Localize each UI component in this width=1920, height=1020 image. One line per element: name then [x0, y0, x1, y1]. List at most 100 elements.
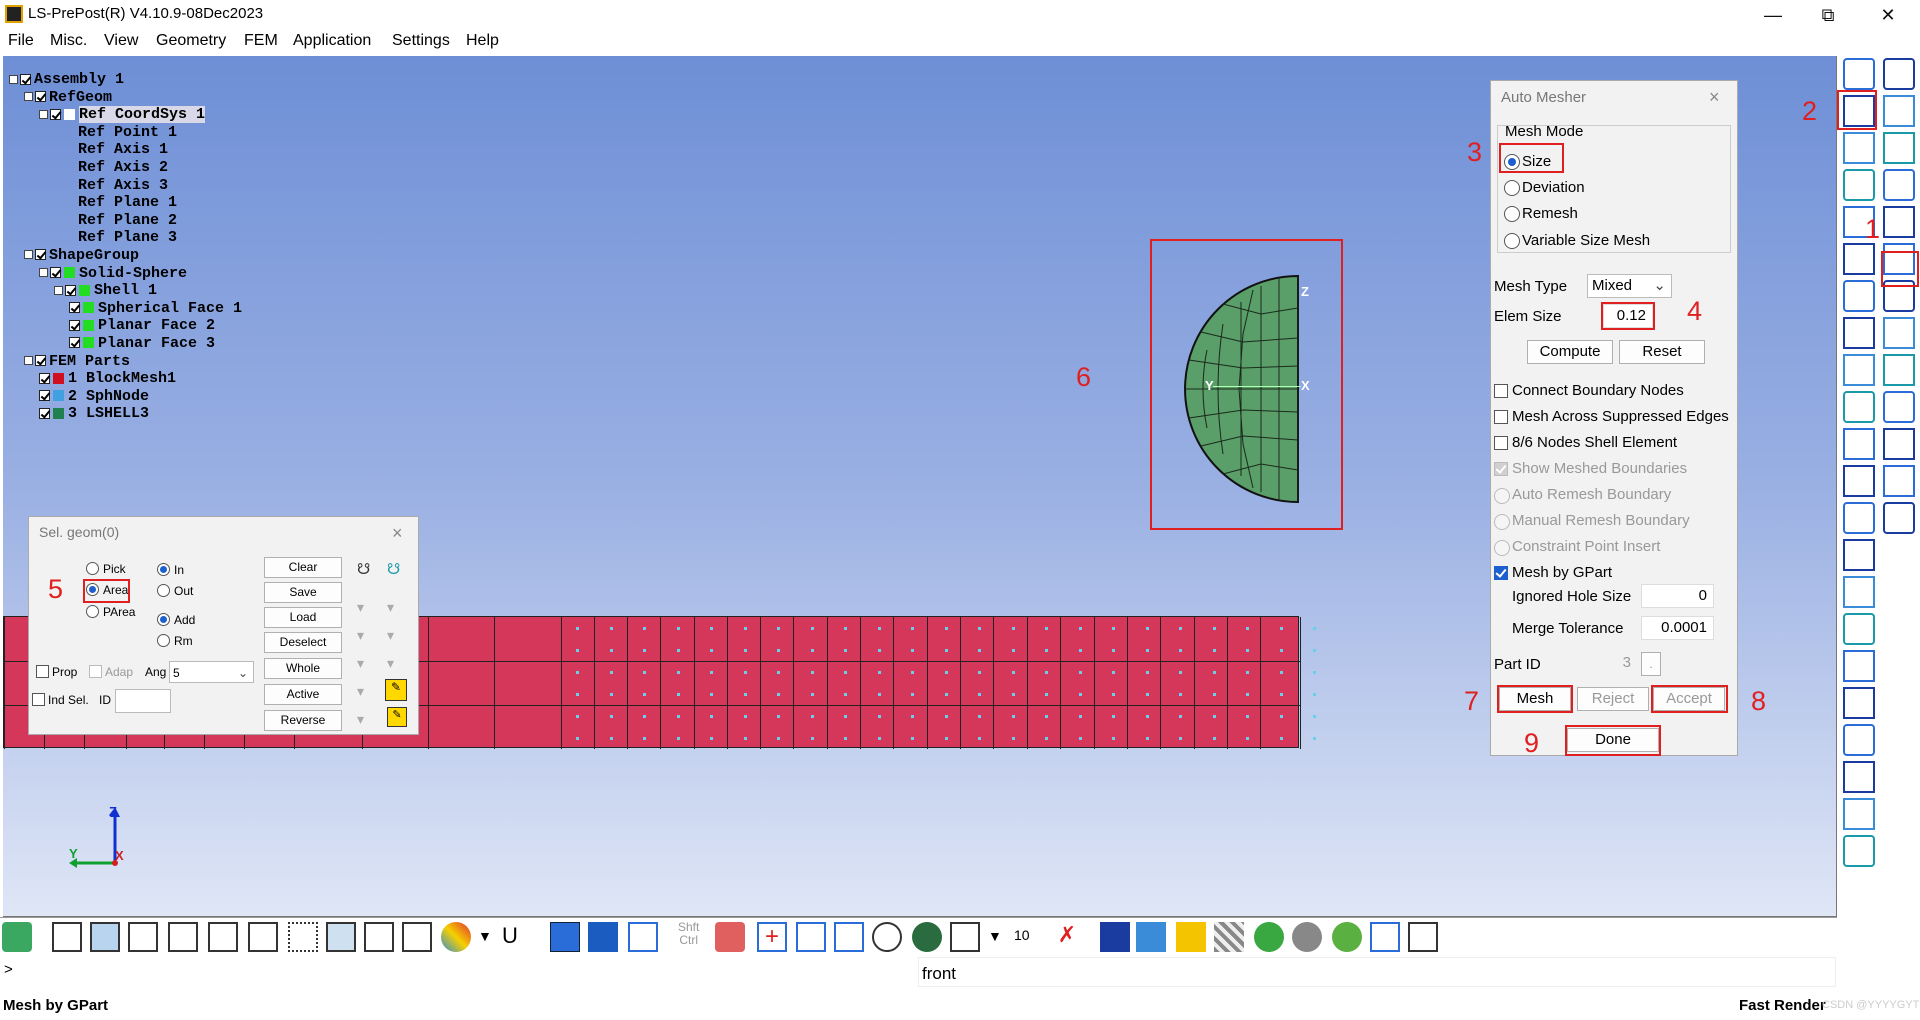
visibility-checkbox[interactable]: [35, 249, 46, 261]
clear-button[interactable]: Clear: [264, 557, 342, 578]
view-wire-icon[interactable]: [52, 922, 82, 952]
tool-icon[interactable]: [1843, 650, 1875, 682]
expand-collapse-icon[interactable]: [39, 109, 48, 119]
menu-fem[interactable]: FEM: [244, 32, 278, 50]
visibility-checkbox[interactable]: [39, 390, 50, 402]
lightning-icon[interactable]: [1176, 922, 1206, 952]
tree-node[interactable]: Shell 1: [9, 282, 242, 300]
parea-radio[interactable]: [86, 605, 99, 618]
tool-icon[interactable]: [1843, 132, 1875, 164]
menu-geometry[interactable]: Geometry: [156, 32, 226, 50]
filter-3-alt-icon[interactable]: ▾: [387, 655, 394, 672]
tool-icon[interactable]: [1843, 687, 1875, 719]
tree-node[interactable]: Spherical Face 1: [9, 300, 242, 318]
select-cursor-alt-icon[interactable]: ☋: [387, 560, 400, 578]
zoom-window-icon[interactable]: [834, 922, 864, 952]
expand-collapse-icon[interactable]: [24, 356, 33, 366]
tool-icon[interactable]: [1843, 613, 1875, 645]
ind-sel-checkbox[interactable]: [32, 693, 45, 706]
step-value[interactable]: 10: [1014, 927, 1030, 943]
pick-radio[interactable]: [86, 562, 99, 575]
visibility-checkbox[interactable]: [50, 108, 61, 120]
filter-5-icon[interactable]: ▾: [357, 711, 364, 728]
tool-icon[interactable]: [1883, 58, 1915, 90]
option-control[interactable]: [1494, 566, 1508, 580]
lasso-yellow-icon[interactable]: ✎: [385, 679, 407, 701]
tree-hierarchy-icon[interactable]: [1408, 922, 1438, 952]
id-input[interactable]: [115, 689, 171, 713]
rm-radio[interactable]: [157, 634, 170, 647]
tool-icon[interactable]: [1883, 391, 1915, 423]
part-id-button[interactable]: .: [1641, 652, 1661, 676]
tree-node[interactable]: Assembly 1: [9, 71, 242, 89]
tree-node[interactable]: Ref Plane 2: [9, 212, 242, 230]
save-button[interactable]: Save: [264, 582, 342, 603]
option-control[interactable]: [1494, 488, 1510, 504]
filter-4-icon[interactable]: ▾: [357, 683, 364, 700]
shift-ctrl-label[interactable]: Shft Ctrl: [678, 921, 699, 947]
view-dropdown-icon[interactable]: ▼: [988, 928, 1002, 944]
chart-icon[interactable]: [1370, 922, 1400, 952]
checker-icon[interactable]: [1214, 922, 1244, 952]
tool-icon[interactable]: [1843, 280, 1875, 312]
tree-node[interactable]: Ref Point 1: [9, 124, 242, 142]
option-control[interactable]: [1494, 384, 1508, 398]
tree-node[interactable]: 2 SphNode: [9, 388, 242, 406]
tree-node[interactable]: Ref Axis 3: [9, 177, 242, 195]
visibility-checkbox[interactable]: [20, 73, 31, 85]
visibility-checkbox[interactable]: [39, 372, 50, 384]
mesh-type-select[interactable]: Mixed ⌄: [1587, 274, 1672, 298]
play-icon[interactable]: [1254, 922, 1284, 952]
visibility-checkbox[interactable]: [69, 302, 80, 314]
u-label[interactable]: U: [502, 923, 518, 949]
view-shade-icon[interactable]: [90, 922, 120, 952]
view-hidden-icon[interactable]: [128, 922, 158, 952]
option-control[interactable]: [1494, 514, 1510, 530]
cube-solid-icon[interactable]: [1100, 922, 1130, 952]
model-tree-icon[interactable]: [2, 922, 32, 952]
tree-node[interactable]: Ref Axis 2: [9, 159, 242, 177]
expand-collapse-icon[interactable]: [24, 250, 33, 260]
view-box-icon[interactable]: [950, 922, 980, 952]
tree-node[interactable]: Ref Axis 1: [9, 141, 242, 159]
ang-select[interactable]: 5 ⌄: [169, 661, 254, 683]
select-cursor-icon[interactable]: ☋: [357, 560, 370, 578]
restore-button[interactable]: ⧉: [1808, 2, 1848, 28]
deviation-radio[interactable]: [1504, 180, 1520, 196]
gears-icon[interactable]: [1292, 922, 1322, 952]
tree-node[interactable]: Ref Plane 1: [9, 194, 242, 212]
view-grid-icon[interactable]: [364, 922, 394, 952]
tool-icon[interactable]: [1843, 169, 1875, 201]
tool-icon[interactable]: [1843, 465, 1875, 497]
menu-file[interactable]: File: [8, 32, 34, 50]
tool-icon[interactable]: [1843, 502, 1875, 534]
active-button[interactable]: Active: [264, 684, 342, 705]
deselect-button[interactable]: Deselect: [264, 632, 342, 653]
menu-view[interactable]: View: [104, 32, 138, 50]
remesh-radio[interactable]: [1504, 206, 1520, 222]
visibility-checkbox[interactable]: [65, 284, 76, 296]
tree-node[interactable]: 3 LSHELL3: [9, 405, 242, 423]
reverse-button[interactable]: Reverse: [264, 710, 342, 731]
tool-icon[interactable]: [1883, 317, 1915, 349]
option-control[interactable]: [1494, 462, 1508, 476]
tree-node[interactable]: RefGeom: [9, 89, 242, 107]
expand-collapse-icon[interactable]: [9, 74, 18, 84]
minimize-button[interactable]: —: [1753, 2, 1793, 28]
eraser-icon[interactable]: [715, 922, 745, 952]
axis-toggle-icon[interactable]: ✗: [1052, 922, 1082, 952]
prop-checkbox[interactable]: [36, 665, 49, 678]
tool-icon[interactable]: [1843, 58, 1875, 90]
tool-icon[interactable]: [1883, 95, 1915, 127]
lasso-yellow-alt-icon[interactable]: ✎: [387, 707, 407, 727]
auto-mesher-close-icon[interactable]: ×: [1709, 87, 1720, 108]
cube-dark-icon[interactable]: [588, 922, 618, 952]
menu-application[interactable]: Application: [293, 32, 371, 50]
load-button[interactable]: Load: [264, 607, 342, 628]
zoom-icon[interactable]: [796, 922, 826, 952]
tree-node[interactable]: 1 BlockMesh1: [9, 370, 242, 388]
view-element-icon[interactable]: [326, 922, 356, 952]
expand-collapse-icon[interactable]: [39, 268, 48, 278]
tool-icon[interactable]: [1843, 761, 1875, 793]
tool-icon[interactable]: [1883, 502, 1915, 534]
